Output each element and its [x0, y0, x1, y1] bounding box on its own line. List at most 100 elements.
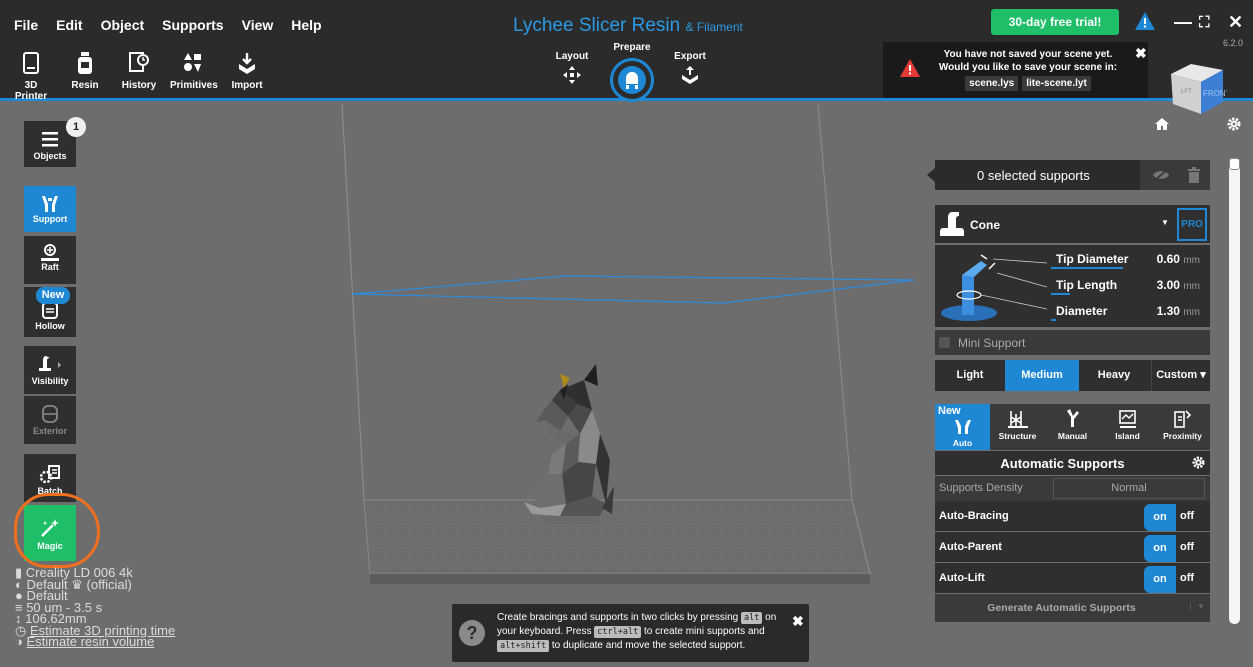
automatic-supports-title: Automatic Supports — [1000, 456, 1125, 471]
objects-count-badge: 1 — [66, 117, 86, 137]
export-icon — [682, 66, 698, 84]
auto-parent-off[interactable]: off — [1180, 541, 1194, 553]
support-button[interactable]: Support — [24, 186, 76, 232]
tool-history[interactable]: History — [116, 52, 162, 102]
cube-left-face: LFT — [1181, 89, 1192, 95]
tip-text-part-4: to duplicate and move the selected suppo… — [551, 640, 746, 651]
settings-gear-icon[interactable] — [1192, 456, 1205, 469]
menu-object[interactable]: Object — [101, 17, 145, 33]
mode-island[interactable]: Island — [1100, 404, 1155, 450]
free-trial-button[interactable]: 30-day free trial! — [991, 9, 1119, 35]
auto-parent-on[interactable]: on — [1144, 535, 1176, 562]
primitives-icon — [184, 53, 201, 72]
step-export[interactable]: Export — [670, 51, 710, 84]
mini-support-checkbox[interactable]: Mini Support — [935, 330, 1210, 355]
close-icon[interactable]: ✕ — [1228, 12, 1243, 33]
raft-label: Raft — [41, 262, 59, 272]
tool-import[interactable]: Import — [224, 52, 270, 102]
layer-slider[interactable] — [1229, 158, 1240, 624]
app-title-suffix: & Filament — [685, 20, 743, 34]
mode-structure[interactable]: Structure — [990, 404, 1045, 450]
move-arrows-icon — [563, 66, 581, 84]
auto-lift-off[interactable]: off — [1180, 572, 1194, 584]
mode-manual[interactable]: Manual — [1045, 404, 1100, 450]
generate-options-chevron-icon[interactable]: ▼ — [1190, 602, 1205, 611]
island-icon — [1118, 410, 1136, 428]
step-export-label: Export — [674, 51, 706, 62]
tool-3d-printer[interactable]: 3D Printer — [8, 52, 54, 102]
kbd-ctrl-alt: ctrl+alt — [594, 626, 642, 638]
tip-text-part-3: to create mini supports and — [644, 626, 765, 637]
auto-bracing-off[interactable]: off — [1180, 510, 1194, 522]
raft-button[interactable]: Raft — [24, 236, 76, 284]
support-label: Support — [32, 214, 68, 224]
tip-diameter-slider-fill — [1051, 267, 1123, 269]
toolbar: 3D Printer Resin History Primitives Impo… — [8, 52, 278, 102]
auto-lift-toggle: Auto-Lift on off — [935, 563, 1210, 593]
minimize-icon[interactable]: — — [1174, 12, 1192, 33]
auto-lift-on[interactable]: on — [1144, 566, 1176, 593]
manual-hand-icon — [1066, 409, 1079, 427]
density-heavy[interactable]: Heavy — [1079, 360, 1149, 391]
supports-density-select[interactable]: Normal — [1053, 478, 1205, 499]
selected-supports-count: 0 selected supports — [977, 168, 1090, 183]
warning-triangle-icon[interactable] — [1134, 11, 1156, 31]
step-layout[interactable]: Layout — [552, 51, 592, 84]
tool-label: Import — [231, 80, 263, 91]
save-scene-lyt-link[interactable]: lite-scene.lyt — [1022, 76, 1091, 91]
mode-structure-label: Structure — [998, 431, 1037, 441]
question-icon: ? — [459, 620, 485, 646]
maximize-icon[interactable]: ⛶ — [1199, 14, 1210, 31]
new-badge: New — [36, 287, 70, 304]
selected-supports-bar: 0 selected supports — [927, 160, 1210, 190]
visibility-label: Visibility — [31, 376, 69, 386]
menu-view[interactable]: View — [242, 17, 274, 33]
tip-diameter-field[interactable]: Tip Diameter 0.60 mm — [1051, 247, 1210, 269]
auto-parent-toggle: Auto-Parent on off — [935, 532, 1210, 562]
density-light[interactable]: Light — [935, 360, 1005, 391]
visibility-button[interactable]: Visibility — [24, 346, 76, 394]
menu-edit[interactable]: Edit — [56, 17, 82, 33]
estimate-resin-link[interactable]: Estimate resin volume — [26, 634, 154, 649]
tool-primitives[interactable]: Primitives — [170, 52, 218, 102]
menu-help[interactable]: Help — [291, 17, 321, 33]
layer-slider-handle[interactable] — [1229, 158, 1240, 170]
view-cube[interactable]: LFT FRONT — [1167, 60, 1227, 116]
tool-label: Resin — [71, 80, 99, 91]
save-scene-lys-link[interactable]: scene.lys — [965, 76, 1019, 91]
mode-proximity[interactable]: Proximity — [1155, 404, 1210, 450]
version-label: 6.2.0 — [1223, 38, 1244, 48]
mini-support-check[interactable] — [939, 337, 950, 348]
hide-eye-icon[interactable] — [1152, 168, 1170, 182]
home-icon[interactable] — [1155, 118, 1169, 130]
tip-length-field[interactable]: Tip Length 3.00 mm — [1051, 273, 1210, 295]
trash-icon[interactable] — [1188, 167, 1200, 183]
proximity-icon — [1173, 410, 1191, 428]
tip-diameter-value: 0.60 — [1156, 252, 1180, 266]
prepare-step-indicator[interactable] — [610, 58, 654, 102]
close-notice-icon[interactable]: ✖ — [1135, 45, 1147, 62]
close-tip-icon[interactable]: ✖ — [792, 613, 804, 630]
generate-supports-button[interactable]: Generate Automatic Supports ▼ — [935, 594, 1210, 622]
menu-file[interactable]: File — [14, 17, 38, 33]
exterior-label: Exterior — [32, 426, 67, 436]
pro-badge[interactable]: PRO — [1177, 208, 1207, 241]
step-prepare[interactable]: Prepare — [608, 42, 656, 53]
auto-bracing-on[interactable]: on — [1144, 504, 1176, 531]
raft-icon — [41, 244, 59, 261]
history-icon — [129, 52, 149, 72]
density-custom[interactable]: Custom ▾ — [1151, 360, 1210, 391]
support-type-select[interactable]: Cone ▼ PRO — [935, 205, 1210, 243]
step-layout-label: Layout — [555, 51, 589, 62]
exterior-button[interactable]: Exterior — [24, 396, 76, 444]
density-medium[interactable]: Medium — [1005, 360, 1079, 391]
tool-resin[interactable]: Resin — [62, 52, 108, 102]
gear-icon[interactable] — [1227, 117, 1241, 131]
diameter-field[interactable]: Diameter 1.30 mm — [1051, 299, 1210, 321]
tip-diameter-label: Tip Diameter — [1056, 252, 1129, 266]
tip-diameter-unit: mm — [1183, 255, 1200, 266]
cube-front-face: FRONT — [1203, 89, 1227, 98]
diameter-label: Diameter — [1056, 304, 1108, 318]
menu-supports[interactable]: Supports — [162, 17, 223, 33]
generate-supports-label: Generate Automatic Supports — [987, 602, 1136, 614]
